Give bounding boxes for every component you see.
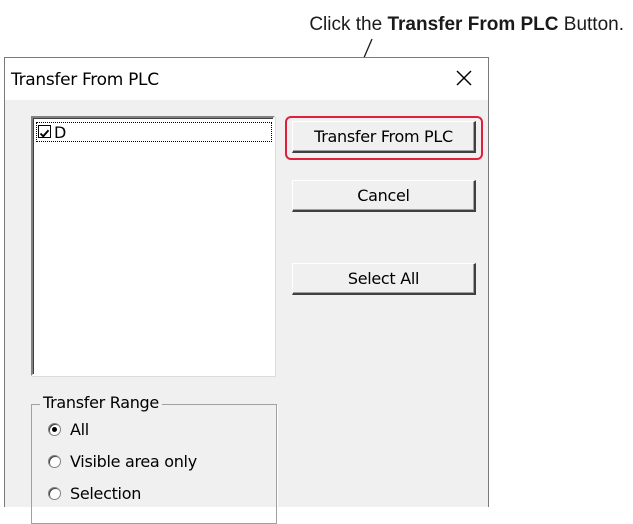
close-icon[interactable]: [452, 66, 476, 90]
list-item[interactable]: D: [36, 122, 272, 142]
transfer-range-group: Transfer Range All Visible area only Sel…: [31, 393, 277, 524]
cancel-button[interactable]: Cancel: [292, 180, 476, 212]
list-item-label: D: [54, 123, 67, 142]
transfer-range-label: Transfer Range: [40, 393, 162, 412]
checkmark-icon: [39, 129, 50, 138]
listbox-inner: D: [33, 118, 273, 374]
select-all-button[interactable]: Select All: [292, 263, 476, 295]
radio-button[interactable]: [48, 455, 61, 468]
dialog-titlebar: Transfer From PLC: [5, 58, 488, 100]
transfer-button-highlight: [285, 116, 483, 160]
device-listbox[interactable]: D: [31, 116, 275, 376]
radio-button[interactable]: [48, 423, 61, 436]
radio-label-visible-area: Visible area only: [70, 452, 197, 471]
radio-label-selection: Selection: [70, 484, 142, 503]
radio-label-all: All: [70, 420, 89, 439]
dialog-title: Transfer From PLC: [11, 70, 159, 90]
radio-selected-dot: [52, 427, 57, 432]
transfer-dialog: Transfer From PLC D Transfer From PLC Ca…: [4, 57, 489, 524]
radio-button[interactable]: [48, 487, 61, 500]
list-item-checkbox[interactable]: [38, 125, 51, 138]
